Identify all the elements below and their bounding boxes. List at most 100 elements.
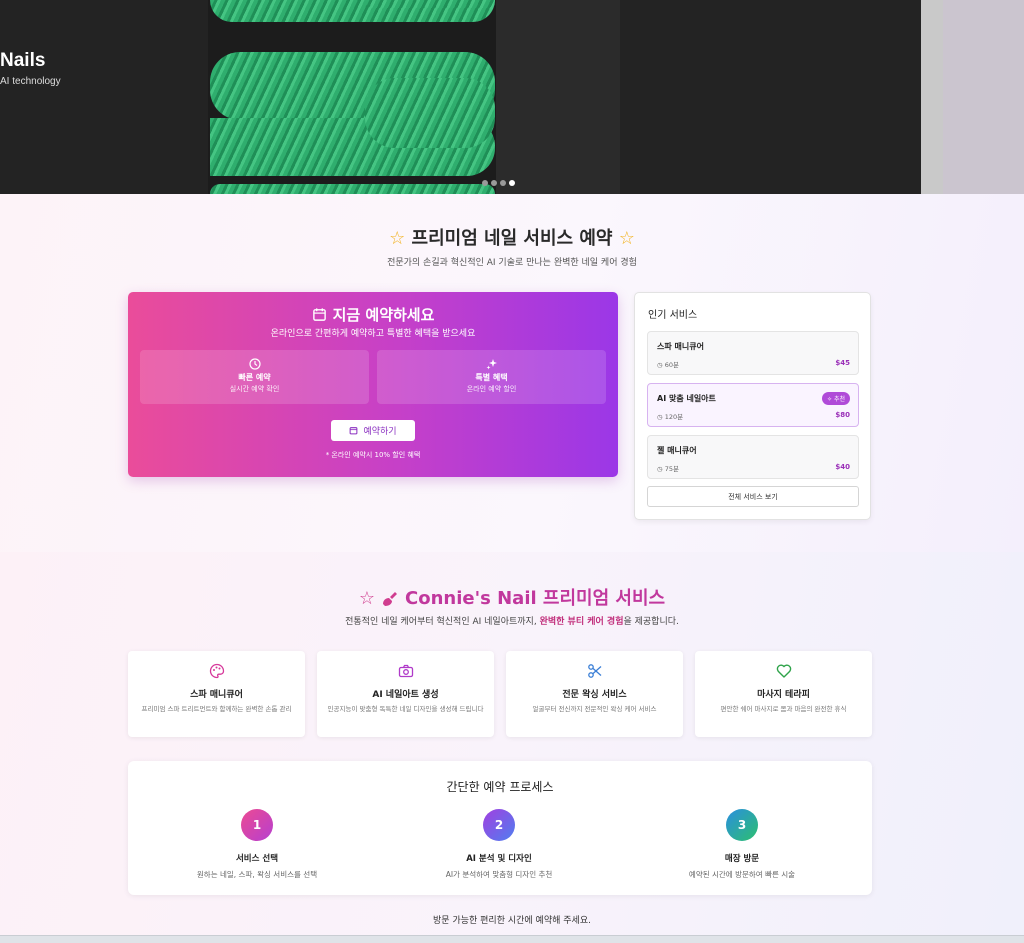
clock-icon: ◷ [657,413,663,421]
sparkle-icon: ✧ [827,396,833,403]
feature-desc: 실시간 예약 확인 [229,385,280,393]
clock-icon: ◷ [657,361,663,369]
carousel-dot[interactable] [482,180,488,186]
nail-image [210,184,495,194]
process-step: 2 AI 분석 및 디자인 AI가 분석하여 맞춤형 디자인 추천 [399,809,599,880]
palette-icon [128,663,305,679]
popular-heading: 인기 서비스 [648,310,698,321]
nail-polish-icon [381,588,405,609]
side-panel [943,0,1024,194]
calendar-icon [349,426,358,435]
scrollbar-area [921,0,943,194]
feature-box-fast: 빠른 예약 실시간 예약 확인 [140,350,369,404]
carousel-dot[interactable] [500,180,506,186]
process-step: 3 매장 방문 예약된 시간에 방문하여 빠른 시술 [642,809,842,880]
service-name: AI 맞춤 네일아트 [657,394,716,403]
feature-box-benefit: 특별 혜택 온라인 예약 할인 [377,350,606,404]
hero-image-shade [496,0,620,194]
step-desc: AI가 분석하여 맞춤형 디자인 추천 [445,870,553,879]
service-card-desc: 편안한 쉐어 마사지로 몸과 마음의 완전한 휴식 [720,705,847,713]
booking-title: 프리미엄 네일 서비스 예약 [411,228,613,249]
service-price: $45 [835,359,850,367]
popular-item[interactable]: 젤 매니큐어 ◷ 75분 $40 [647,435,859,479]
service-name: 스파 매니큐어 [657,342,704,351]
hero-subtitle: AI technology [0,76,61,87]
star-icon: ☆ [618,228,635,249]
step-title: 서비스 선택 [235,854,279,864]
booking-process-card: 간단한 예약 프로세스 1 서비스 선택 원하는 네일, 스파, 왁싱 서비스를… [128,761,872,895]
service-card-ai-art[interactable]: AI 네일아트 생성 인공지능이 맞춤형 독특한 네일 디자인을 생성해 드립니… [317,651,494,737]
book-now-label: 예약하기 [363,426,397,436]
step-number: 1 [241,809,273,841]
step-desc: 예약된 시간에 방문하여 빠른 시술 [688,870,796,879]
booking-section: ☆ 프리미엄 네일 서비스 예약 ☆ 전문가의 손길과 혁신적인 AI 기술로 … [0,194,1024,552]
star-icon: ☆ [389,228,406,249]
carousel-dot[interactable] [491,180,497,186]
services-section: ☆ Connie's Nail 프리미엄 서비스 전통적인 네일 케어부터 혁신… [0,552,1024,935]
camera-icon [317,663,494,679]
discount-note: * 온라인 예약시 10% 할인 혜택 [325,451,421,459]
popular-item-recommended[interactable]: AI 맞춤 네일아트 ✧ 추천 ◷ 120분 $80 [647,383,859,427]
service-name: 젤 매니큐어 [657,446,697,455]
duration-value: 120분 [664,413,684,421]
services-footer-note: 방문 가능한 편리한 시간에 예약해 주세요. [433,916,591,926]
heart-icon [695,663,872,679]
duration-value: 75분 [664,465,680,473]
step-title: AI 분석 및 디자인 [466,854,532,864]
services-subtitle: 전통적인 네일 케어부터 혁신적인 AI 네일아트까지, 완벽한 뷰티 케어 경… [0,614,1024,627]
service-price: $80 [835,411,850,419]
booking-subtitle: 전문가의 손길과 혁신적인 AI 기술로 만나는 완벽한 네일 케어 경험 [387,258,637,268]
carousel-indicators [482,180,515,186]
nail-image [365,78,495,148]
carousel-dot-active[interactable] [509,180,515,186]
services-title: Connie's Nail 프리미엄 서비스 [405,588,666,609]
service-duration: ◷ 60분 [657,359,679,369]
star-outline-icon: ☆ [358,588,376,609]
service-card-title: AI 네일아트 생성 [372,690,439,700]
service-duration: ◷ 75분 [657,463,679,473]
services-heading: ☆ Connie's Nail 프리미엄 서비스 [0,584,1024,610]
service-card-desc: 인공지능이 맞춤형 독특한 네일 디자인을 생성해 드립니다 [327,705,484,713]
booking-card-subtitle: 온라인으로 간편하게 예약하고 특별한 혜택을 받으세요 [270,329,476,339]
service-card-title: 전문 왁싱 서비스 [562,690,627,700]
clock-icon [140,358,369,370]
step-desc: 원하는 네일, 스파, 왁싱 서비스를 선택 [196,870,318,879]
service-card-desc: 얼굴부터 전신까지 전문적인 왁싱 케어 서비스 [532,705,657,713]
feature-desc: 온라인 예약 할인 [466,385,517,393]
service-card-desc: 프리미엄 스파 트리트먼트와 함께하는 완벽한 손톱 관리 [141,705,292,713]
duration-value: 60분 [664,361,680,369]
service-card-massage[interactable]: 마사지 테라피 편안한 쉐어 마사지로 몸과 마음의 완전한 휴식 [695,651,872,737]
taskbar [0,935,1024,943]
booking-card-heading: 지금 예약하세요 [128,304,618,325]
step-title: 매장 방문 [724,854,760,864]
nail-image [365,0,495,8]
service-duration: ◷ 120분 [657,411,683,421]
subtitle-text: 을 제공합니다. [623,617,679,627]
service-card-spa[interactable]: 스파 매니큐어 프리미엄 스파 트리트먼트와 함께하는 완벽한 손톱 관리 [128,651,305,737]
calendar-icon [312,307,327,322]
hero-title: Nails [0,50,46,71]
popular-services-card: 인기 서비스 스파 매니큐어 ◷ 60분 $45 AI 맞춤 네일아트 ✧ 추천… [634,292,871,520]
clock-icon: ◷ [657,465,663,473]
feature-title: 특별 혜택 [475,373,508,382]
feature-title: 빠른 예약 [238,373,271,382]
booking-card-title: 지금 예약하세요 [332,306,435,324]
badge-label: 추천 [833,396,845,403]
recommended-badge: ✧ 추천 [822,392,850,405]
step-number: 2 [483,809,515,841]
view-all-services-button[interactable]: 전체 서비스 보기 [647,486,859,507]
hero-carousel: Nails AI technology [0,0,1024,194]
service-card-title: 마사지 테라피 [757,690,810,700]
service-price: $40 [835,463,850,471]
step-number: 3 [726,809,758,841]
service-card-waxing[interactable]: 전문 왁싱 서비스 얼굴부터 전신까지 전문적인 왁싱 케어 서비스 [506,651,683,737]
process-step: 1 서비스 선택 원하는 네일, 스파, 왁싱 서비스를 선택 [157,809,357,880]
subtitle-emphasis: 완벽한 뷰티 케어 경험 [539,617,624,627]
popular-item[interactable]: 스파 매니큐어 ◷ 60분 $45 [647,331,859,375]
service-card-title: 스파 매니큐어 [190,690,243,700]
sparkle-icon [377,358,606,370]
subtitle-text: 전통적인 네일 케어부터 혁신적인 AI 네일아트까지, [345,617,540,627]
booking-heading: ☆ 프리미엄 네일 서비스 예약 ☆ [0,224,1024,250]
scissors-icon [506,663,683,679]
book-now-button[interactable]: 예약하기 [331,420,415,441]
